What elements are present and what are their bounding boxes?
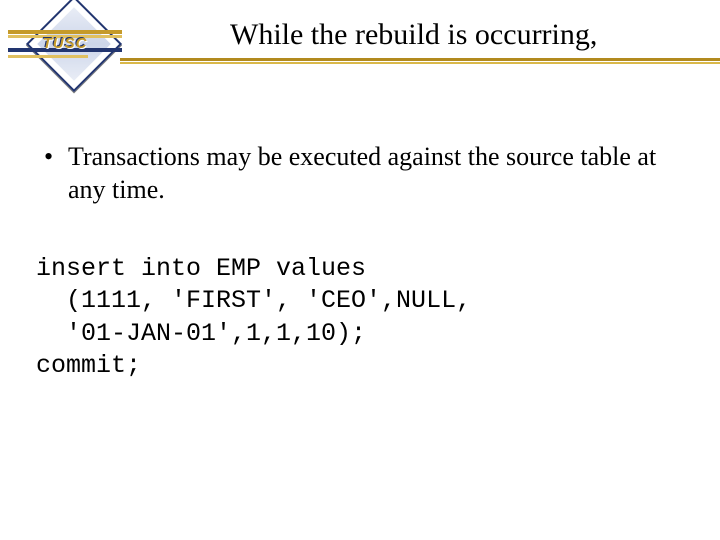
logo-stripe <box>8 55 88 58</box>
slide-header: TUSC While the rebuild is occurring, <box>0 0 720 78</box>
logo-text: TUSC <box>8 35 122 52</box>
header-rule <box>120 58 720 61</box>
slide-title: While the rebuild is occurring, <box>230 18 720 51</box>
bullet-item: Transactions may be executed against the… <box>36 140 696 207</box>
code-block: insert into EMP values (1111, 'FIRST', '… <box>36 253 696 383</box>
slide-body: Transactions may be executed against the… <box>36 140 696 383</box>
header-rule <box>120 62 720 64</box>
bullet-list: Transactions may be executed against the… <box>36 140 696 207</box>
slide: TUSC While the rebuild is occurring, Tra… <box>0 0 720 540</box>
tusc-logo: TUSC <box>8 2 118 102</box>
logo-stripe <box>8 30 122 34</box>
